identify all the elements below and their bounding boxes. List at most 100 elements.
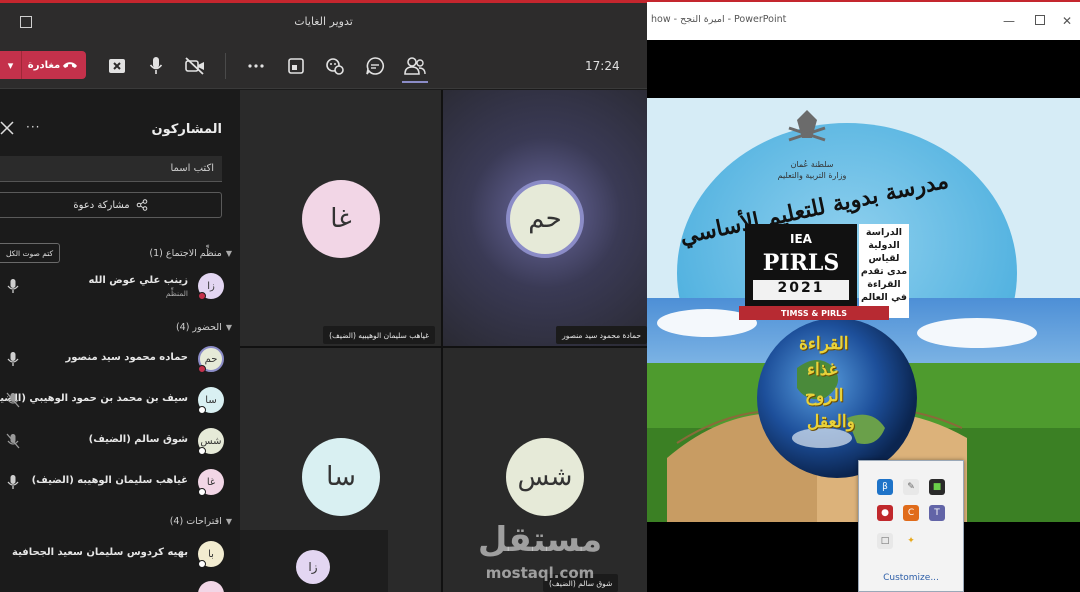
toolbar-separator: [225, 53, 226, 79]
presence-badge: [198, 447, 206, 455]
participant-name: زينب علي عوض الله: [88, 275, 188, 286]
share-invite-button[interactable]: مشاركة دعوة: [0, 192, 222, 218]
pen-icon[interactable]: ✎: [903, 479, 919, 495]
presence-badge: [198, 292, 206, 300]
close-icon[interactable]: [0, 121, 14, 135]
close-button[interactable]: ✕: [1062, 14, 1072, 28]
antivirus-icon[interactable]: ●: [877, 505, 893, 521]
mute-all-button[interactable]: كتم صوت الكل: [0, 243, 60, 263]
participant-name: حماده محمود سيد منصور: [65, 352, 189, 363]
presence-badge: [198, 560, 206, 568]
app-c-icon[interactable]: C: [903, 505, 919, 521]
participant-row[interactable]: حم حماده محمود سيد منصور: [0, 343, 232, 375]
hang-up-phone-icon: [63, 62, 77, 68]
video-grid: حم حمادة محمود سيد منصور غا غياهب سليمان…: [240, 90, 647, 592]
maximize-button[interactable]: [1035, 15, 1045, 25]
panel-title: المشاركون: [151, 122, 222, 137]
section-suggestions[interactable]: اقتراحات (4) ▼: [170, 516, 232, 527]
participant-name: سيف بن محمد بن حمود الوهيبي (الضيف): [0, 393, 188, 404]
pirls-logo: IEA PIRLS 2021: [745, 224, 857, 318]
leave-button[interactable]: ▾ مغادرة: [0, 51, 86, 79]
quote-line-3: الروح: [805, 386, 844, 406]
powerpoint-titlebar: how - اميرة النجح - PowerPoint — ✕: [647, 0, 1080, 40]
participant-row[interactable]: [0, 578, 232, 592]
device-icon[interactable]: □: [877, 533, 893, 549]
meeting-toolbar: ▾ مغادرة 17:24: [0, 43, 647, 89]
avatar: [198, 581, 224, 592]
pirls-label: PIRLS: [762, 250, 840, 276]
participant-row[interactable]: زا زينب علي عوض الله المنظِّم: [0, 270, 232, 302]
screen: تدوير الغايات ▾ مغادرة 17:24 ··· المشارك…: [0, 0, 1080, 592]
tile-name-label: حمادة محمود سيد منصور: [556, 326, 647, 344]
share-invite-label: مشاركة دعوة: [73, 199, 130, 211]
avatar: شس: [506, 438, 584, 516]
pirls-year: 2021: [753, 280, 849, 300]
participant-row[interactable]: غا غياهب سليمان الوهيبه (الضيف): [0, 466, 232, 498]
minimize-button[interactable]: —: [1003, 14, 1015, 28]
participant-row[interactable]: سا سيف بن محمد بن حمود الوهيبي (الضيف): [0, 384, 232, 416]
ministry-line-1: سلطنة عُمان: [790, 160, 834, 169]
microphone-icon: [7, 475, 19, 489]
more-options-icon[interactable]: [243, 53, 269, 79]
avatar: حم: [506, 180, 584, 258]
panel-more-options-icon[interactable]: ···: [26, 120, 40, 134]
teams-icon[interactable]: T: [929, 505, 945, 521]
timss-pirls-banner: TIMSS & PIRLS: [739, 306, 889, 320]
microphone-icon[interactable]: [143, 53, 169, 79]
video-tile[interactable]: غا غياهب سليمان الوهيبيه (الضيف): [240, 90, 441, 346]
quote-line-1: القراءة: [799, 334, 849, 354]
watermark-url: mostaql.com: [485, 564, 595, 582]
powerpoint-window-title: how - اميرة النجح - PowerPoint: [651, 14, 787, 25]
teams-window: تدوير الغايات ▾ مغادرة 17:24 ··· المشارك…: [0, 0, 647, 592]
section-attendees-label: الحضور (4): [175, 322, 222, 333]
microphone-muted-icon: [6, 392, 20, 408]
nvidia-icon[interactable]: ■: [929, 479, 945, 495]
watermark: مستقل mostaql.com: [470, 520, 610, 590]
section-suggestions-label: اقتراحات (4): [169, 516, 222, 527]
camera-off-icon[interactable]: [182, 53, 208, 79]
participant-row[interactable]: شس شوق سالم (الضيف): [0, 425, 232, 457]
chevron-down-icon: ▼: [225, 323, 232, 332]
share-icon: [136, 199, 147, 211]
powerpoint-window: how - اميرة النجح - PowerPoint — ✕ سلطنة…: [647, 0, 1080, 592]
participant-name: غياهب سليمان الوهيبه (الضيف): [31, 475, 188, 486]
avatar: زا: [296, 550, 330, 584]
rooms-icon[interactable]: [283, 53, 309, 79]
iea-label: IEA: [790, 232, 812, 246]
share-tray-x-icon[interactable]: [104, 53, 130, 79]
section-organizer-label: منظِّم الاجتماع (1): [149, 248, 222, 259]
leave-label: مغادرة: [27, 59, 61, 71]
participant-name: بهيه كردوس سليمان سعيد الجحافية: [12, 547, 188, 558]
active-tab-indicator: [402, 81, 428, 83]
participants-panel: ··· المشاركون مشاركة دعوة كتم صوت الكل م…: [0, 90, 240, 592]
section-attendees[interactable]: الحضور (4) ▼: [176, 322, 232, 333]
study-description: الدراسة الدولية لقياس مدى تقدم القراءة ف…: [859, 224, 909, 318]
avatar: غا: [302, 180, 380, 258]
chevron-down-icon: ▼: [225, 249, 232, 258]
presence-badge: [198, 406, 206, 414]
chat-icon[interactable]: [362, 53, 388, 79]
self-preview-tile[interactable]: زا: [240, 530, 388, 592]
microphone-icon: [7, 352, 19, 366]
bluetooth-icon[interactable]: β: [877, 479, 893, 495]
chevron-down-icon: ▼: [225, 517, 232, 526]
participant-search-input[interactable]: [0, 156, 222, 182]
people-icon[interactable]: [402, 53, 428, 79]
video-tile[interactable]: حم حمادة محمود سيد منصور: [443, 90, 647, 346]
microphone-muted-icon: [6, 433, 20, 449]
slide: سلطنة عُمان وزارة التربية والتعليم مدرسة…: [647, 98, 1080, 522]
section-organizer[interactable]: منظِّم الاجتماع (1) ▼: [149, 248, 232, 259]
star-app-icon[interactable]: ✦: [903, 533, 919, 549]
participant-name: شوق سالم (الضيف): [88, 434, 188, 445]
teams-window-title: تدوير الغايات: [294, 15, 353, 28]
chevron-down-icon[interactable]: ▾: [0, 51, 22, 79]
teams-titlebar: تدوير الغايات: [0, 3, 647, 43]
presence-badge: [198, 488, 206, 496]
participant-row[interactable]: با بهيه كردوس سليمان سعيد الجحافية: [0, 538, 232, 570]
tray-customize-link[interactable]: Customize...: [859, 573, 963, 583]
watermark-word: مستقل: [477, 520, 603, 560]
quote-line-4: والعقل: [807, 412, 855, 432]
reactions-icon[interactable]: [322, 53, 348, 79]
tile-name-label: غياهب سليمان الوهيبيه (الضيف): [323, 326, 435, 344]
microphone-icon: [7, 279, 19, 293]
